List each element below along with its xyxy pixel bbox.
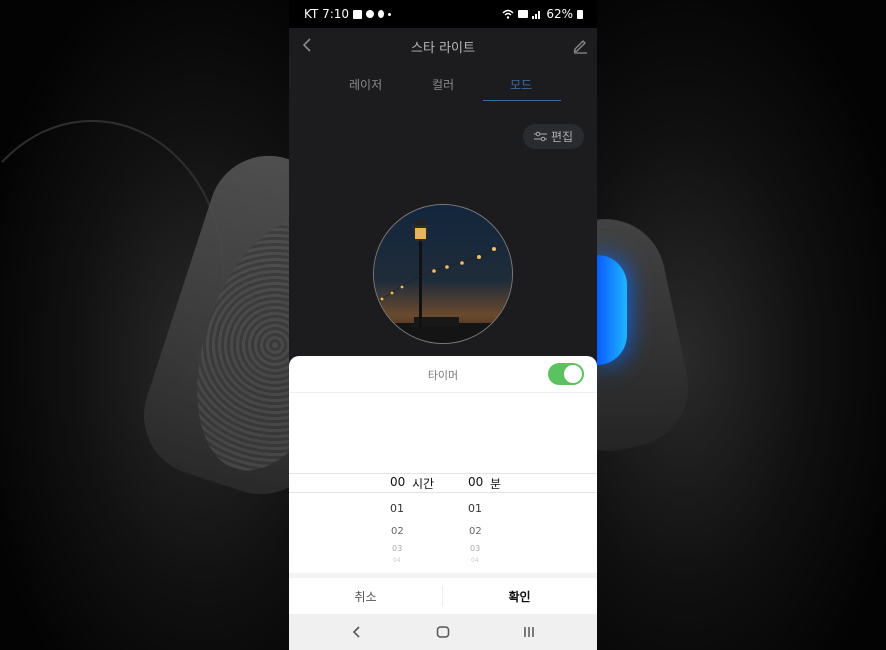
sliders-icon [533, 131, 547, 142]
system-nav-bar [289, 614, 597, 650]
minutes-selected[interactable]: 00 [468, 475, 483, 489]
timer-header: 타이머 [289, 356, 597, 393]
minutes-option[interactable]: 01 [468, 502, 482, 515]
background-blue-light [597, 255, 627, 365]
volte-icon [518, 10, 529, 18]
minutes-option[interactable]: 02 [469, 526, 482, 537]
edit-button[interactable]: 편집 [523, 124, 584, 149]
hours-option[interactable]: 04 [393, 557, 401, 564]
mic-off-icon [378, 10, 385, 18]
minutes-option[interactable]: 03 [470, 544, 480, 553]
page-title: 스타 라이트 [411, 41, 475, 56]
tab-laser[interactable]: 레이저 [349, 76, 382, 93]
hours-option[interactable]: 01 [390, 502, 404, 515]
more-dot-icon [388, 12, 392, 16]
toggle-knob [564, 365, 582, 383]
carrier-time: KT 7:10 [304, 7, 350, 21]
hours-option[interactable]: 03 [392, 544, 402, 553]
wifi-icon [502, 9, 514, 19]
tab-mode[interactable]: 모드 [510, 76, 532, 93]
background-right [597, 0, 886, 650]
tab-color[interactable]: 컬러 [432, 76, 454, 93]
app-header: 스타 라이트 [289, 28, 597, 64]
hours-option[interactable]: 02 [391, 526, 404, 537]
battery-percent: 62% [546, 7, 573, 21]
confirm-button[interactable]: 확인 [443, 578, 596, 614]
street-lamp-image [374, 205, 512, 343]
status-bar: KT 7:10 62% [289, 0, 597, 28]
active-tab-indicator [483, 100, 561, 101]
hours-selected[interactable]: 00 [390, 475, 405, 489]
battery-icon [577, 9, 583, 19]
back-icon[interactable] [348, 623, 366, 641]
image-icon [353, 9, 363, 19]
signal-icon [532, 11, 541, 19]
message-icon [366, 10, 375, 18]
hours-unit: 시간 [412, 477, 435, 491]
timer-toggle[interactable] [548, 363, 584, 385]
tab-bar: 레이저 컬러 모드 [289, 66, 597, 102]
picker-selection-band [289, 473, 597, 493]
recents-icon[interactable] [520, 623, 538, 641]
background-left [0, 0, 289, 650]
mode-image[interactable] [373, 204, 513, 344]
home-icon[interactable] [434, 623, 452, 641]
minutes-unit: 분 [490, 477, 502, 491]
cancel-button[interactable]: 취소 [289, 578, 442, 614]
time-picker[interactable]: 00 시간 00 분 01 01 02 02 03 03 04 04 [289, 473, 597, 573]
phone-screen: KT 7:10 62% 스타 라이트 레이저 컬러 모드 편집 타이머 00 시… [289, 0, 597, 650]
edit-button-label: 편집 [550, 130, 574, 144]
pencil-icon[interactable] [571, 36, 589, 54]
minutes-option[interactable]: 04 [471, 557, 479, 564]
timer-sheet: 타이머 00 시간 00 분 01 01 02 02 03 03 04 04 취… [289, 356, 597, 650]
